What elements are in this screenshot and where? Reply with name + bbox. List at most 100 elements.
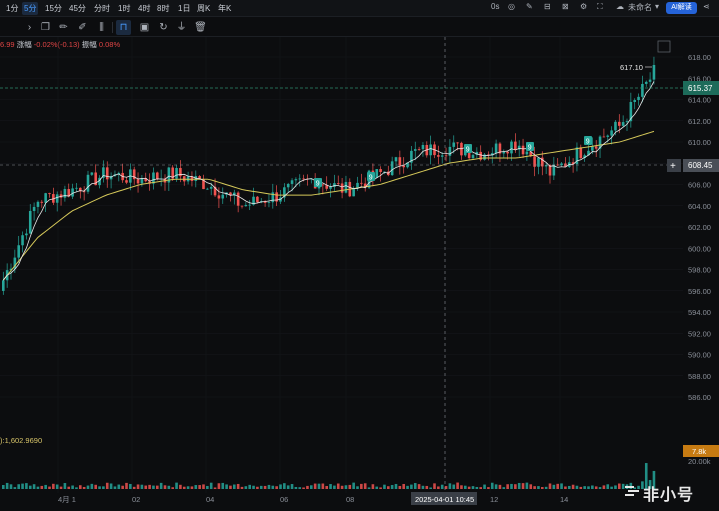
pen-icon[interactable]: ✎	[526, 2, 533, 11]
timeframe-tab[interactable]: 15分	[43, 2, 64, 15]
price-tick-label: 610.00	[688, 138, 711, 147]
pencil-icon[interactable]: ✏	[56, 20, 71, 35]
candle-body	[606, 135, 610, 137]
candle-body	[75, 187, 78, 189]
volume-bar	[510, 483, 513, 489]
volume-bar	[79, 485, 82, 489]
volume-bar	[271, 485, 275, 489]
price-tick-label: 592.00	[688, 329, 711, 338]
volume-bar	[59, 486, 63, 489]
price-axis: 618.00616.00614.00612.00610.00608.00606.…	[688, 53, 711, 466]
expand-icon[interactable]	[657, 40, 671, 53]
volume-bar	[602, 485, 606, 489]
filter-icon[interactable]: ⏚	[174, 20, 189, 35]
volume-bar	[344, 485, 348, 489]
volume-bar	[475, 486, 479, 489]
volume-bar	[206, 485, 209, 489]
volume-bar	[286, 485, 290, 489]
timeframe-tab[interactable]: 分时	[92, 2, 112, 15]
volume-bar	[371, 484, 375, 489]
volume-bar	[194, 485, 198, 489]
seconds-label[interactable]: 0s	[491, 2, 499, 11]
td-marker-label: 9	[466, 147, 470, 154]
cloud-icon: ☁	[616, 2, 624, 11]
compare-icon[interactable]: ⊟	[544, 2, 551, 11]
volume-bar	[229, 485, 232, 489]
td-marker-label: 9	[586, 139, 590, 146]
timeframe-tab[interactable]: 1时	[116, 2, 132, 15]
volume-bar	[575, 485, 579, 489]
price-tick-label: 598.00	[688, 266, 711, 275]
volume-bar	[406, 485, 409, 489]
settings-icon[interactable]: ⚙	[580, 2, 587, 11]
magnet-icon[interactable]: ↻	[156, 20, 171, 35]
candle-body	[379, 169, 382, 173]
price-tick-label: 594.00	[688, 308, 711, 317]
candle-body	[591, 146, 594, 151]
camera-icon[interactable]: ◎	[508, 2, 515, 11]
volume-bar	[360, 483, 363, 489]
ai-analysis-button[interactable]: AI解读	[666, 2, 697, 14]
candle-body	[614, 121, 617, 131]
share-icon[interactable]: ⋖	[703, 2, 710, 11]
candle-body	[421, 144, 425, 150]
timeframe-tab[interactable]: 周K	[195, 2, 212, 15]
candle-body	[360, 182, 363, 184]
candles	[2, 56, 656, 295]
timeframe-tab[interactable]: 1日	[176, 2, 192, 15]
high-price-label: 617.10	[620, 63, 643, 72]
timeframe-tab[interactable]: 年K	[216, 2, 233, 15]
volume-bar	[560, 483, 563, 489]
trash-icon[interactable]: 🗑	[193, 20, 208, 35]
volume-bar	[182, 486, 186, 489]
volume-bar	[52, 483, 55, 489]
crosshair-time-value: 2025-04-01 10:45	[415, 495, 474, 504]
copy-icon[interactable]: ❐	[38, 20, 53, 35]
fullscreen-icon[interactable]: ⛶	[597, 2, 603, 12]
price-tick-label: 606.00	[688, 181, 711, 190]
volume-bar	[564, 486, 567, 489]
timeframe-tab[interactable]: 1分	[4, 2, 20, 15]
volume-bar	[21, 483, 24, 489]
volume-bar	[190, 486, 194, 489]
lock-icon[interactable]: ⊓	[116, 20, 131, 35]
timeframe-tab[interactable]: 5分	[22, 2, 39, 15]
candle-body	[417, 149, 421, 150]
volume-bar	[233, 484, 236, 489]
timeframe-tab[interactable]: 4时	[136, 2, 152, 15]
volume-bar	[48, 486, 51, 489]
volume-bar	[9, 484, 13, 489]
volume-bar	[363, 483, 367, 489]
volume-bar	[594, 486, 598, 489]
collapse-icon[interactable]: ›	[22, 20, 37, 35]
volume-bar	[487, 487, 490, 489]
volume-bar	[298, 487, 302, 489]
time-tick-label: 14	[560, 495, 568, 504]
indicator-icon[interactable]: ⊠	[562, 2, 569, 11]
image-icon[interactable]: ▣	[137, 20, 152, 35]
candle-body	[17, 245, 20, 258]
candlestick-icon[interactable]: ⫼	[94, 20, 109, 35]
timeframe-tab[interactable]: 45分	[67, 2, 88, 15]
candle-body	[236, 192, 240, 206]
brush-icon[interactable]: ✐	[75, 20, 90, 35]
volume-bar	[13, 487, 17, 489]
volume-bar	[236, 483, 240, 489]
volume-bar	[618, 483, 621, 489]
candle-body	[48, 193, 51, 195]
candlestick-chart[interactable]: 99999 618.00616.00614.00612.00610.00608.…	[0, 37, 719, 511]
volume-bar	[437, 486, 440, 489]
volume-bar	[410, 484, 413, 489]
volume-bar	[144, 485, 148, 489]
chevron-down-icon[interactable]: ▾	[655, 2, 659, 11]
candle-body	[448, 146, 452, 156]
timeframe-tab[interactable]: 8时	[155, 2, 171, 15]
volume-bar	[467, 486, 471, 489]
volume-bar	[440, 484, 444, 489]
candle-body	[440, 155, 444, 157]
volume-bar	[36, 486, 40, 489]
price-tick-label: 596.00	[688, 287, 711, 296]
layout-name[interactable]: 未命名	[628, 2, 652, 13]
candle-body	[452, 142, 456, 147]
candle-body	[510, 141, 513, 154]
